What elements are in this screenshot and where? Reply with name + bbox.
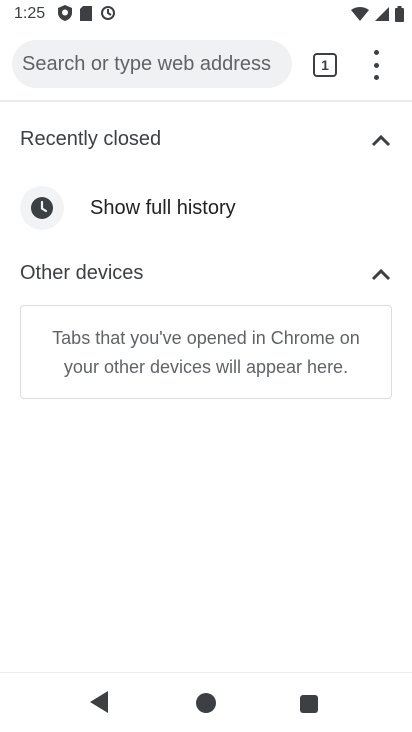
recently-closed-header[interactable]: Recently closed: [20, 128, 392, 158]
chevron-up-icon[interactable]: [370, 132, 392, 148]
shield-icon: [58, 5, 72, 21]
more-vert-icon[interactable]: [364, 50, 388, 80]
tab-switcher-button[interactable]: 1: [313, 53, 337, 77]
home-icon[interactable]: [196, 693, 216, 713]
other-devices-empty-message: Tabs that you've opened in Chrome on you…: [52, 328, 360, 377]
cell-signal-icon: [375, 7, 389, 21]
other-devices-empty-card: Tabs that you've opened in Chrome on you…: [20, 305, 392, 399]
system-nav-bar: [0, 672, 412, 732]
chevron-up-icon[interactable]: [370, 266, 392, 282]
browser-toolbar: 1: [0, 30, 412, 100]
search-input[interactable]: [22, 40, 282, 88]
status-left-icons: [58, 5, 116, 21]
omnibox[interactable]: [12, 40, 292, 88]
other-devices-header[interactable]: Other devices: [20, 262, 392, 292]
clock-icon-container: [20, 186, 64, 230]
other-devices-title: Other devices: [20, 262, 144, 284]
clock-icon: [31, 197, 53, 219]
recents-icon[interactable]: [300, 695, 318, 713]
status-bar: 1:25: [0, 0, 412, 30]
sync-icon: [101, 6, 115, 20]
back-icon[interactable]: [88, 689, 110, 715]
sd-card-icon: [80, 5, 92, 21]
status-right-icons: [351, 6, 404, 22]
wifi-icon: [351, 7, 369, 21]
show-full-history-item[interactable]: Show full history: [20, 186, 392, 232]
show-full-history-label: Show full history: [90, 197, 236, 219]
status-time: 1:25: [14, 5, 46, 22]
recently-closed-title: Recently closed: [20, 128, 162, 150]
battery-icon: [395, 6, 404, 22]
toolbar-divider: [0, 100, 412, 102]
